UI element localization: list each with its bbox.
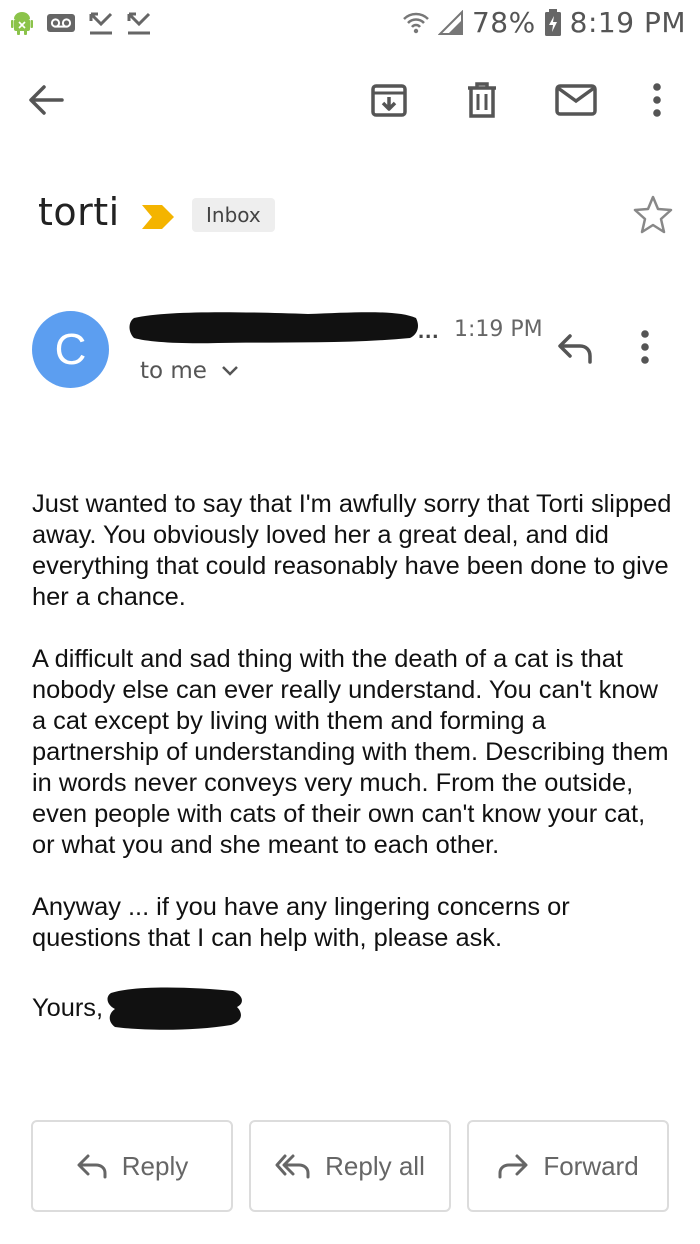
email-body: Just wanted to say that I'm awfully sorr… — [32, 489, 672, 1031]
forward-icon — [498, 1154, 528, 1179]
mail-icon — [555, 84, 597, 116]
body-paragraph-3: Anyway ... if you have any lingering con… — [32, 893, 570, 952]
android-debug-icon — [11, 12, 33, 35]
reply-button[interactable]: Reply — [31, 1120, 233, 1212]
archive-icon — [371, 84, 407, 117]
trash-icon — [468, 82, 496, 118]
star-icon[interactable] — [632, 194, 674, 234]
voicemail-icon — [47, 14, 75, 32]
reply-icon — [77, 1154, 107, 1179]
sender-avatar[interactable]: C — [32, 311, 109, 388]
archive-button[interactable] — [365, 76, 413, 124]
recipient-label: to me — [140, 358, 207, 384]
email-time: 1:19 PM — [454, 317, 543, 342]
signature: Yours, — [32, 985, 672, 1031]
mark-unread-button[interactable] — [552, 76, 600, 124]
system-status: 78% 8:19 PM — [402, 6, 686, 39]
more-vert-icon — [653, 83, 661, 117]
back-button[interactable] — [22, 76, 70, 124]
status-bar: 78% 8:19 PM — [0, 0, 700, 50]
reply-icon[interactable] — [556, 332, 594, 364]
body-paragraph-1: Just wanted to say that I'm awfully sorr… — [32, 490, 672, 611]
missed-call-icon-2 — [127, 12, 151, 35]
email-subject: torti — [38, 190, 120, 234]
chevron-down-icon — [222, 366, 238, 376]
more-options-button[interactable] — [633, 76, 681, 124]
reply-all-button[interactable]: Reply all — [249, 1120, 451, 1212]
reply-all-icon — [275, 1154, 310, 1179]
inbox-label[interactable]: Inbox — [192, 198, 275, 232]
wifi-icon — [403, 12, 429, 33]
notification-icons — [10, 10, 152, 36]
battery-percent: 78% — [471, 6, 536, 39]
email-actions: Reply Reply all Forward — [31, 1120, 669, 1212]
forward-label: Forward — [543, 1150, 639, 1181]
sender-ellipsis: ... — [418, 318, 440, 343]
message-more-icon[interactable] — [640, 330, 650, 364]
missed-call-icon — [89, 12, 113, 35]
clock: 8:19 PM — [569, 6, 686, 39]
reply-label: Reply — [121, 1150, 189, 1181]
back-arrow-icon — [29, 85, 64, 115]
reply-all-label: Reply all — [325, 1150, 425, 1181]
sender-name-redaction — [129, 312, 418, 344]
importance-marker-icon[interactable] — [140, 203, 176, 231]
forward-button[interactable]: Forward — [467, 1120, 669, 1212]
delete-button[interactable] — [458, 76, 506, 124]
signature-redaction — [107, 987, 242, 1030]
recipient-details-toggle[interactable]: to me — [140, 358, 239, 384]
battery-charging-icon — [544, 8, 561, 36]
signoff: Yours, — [32, 993, 104, 1022]
body-paragraph-2: A difficult and sad thing with the death… — [32, 645, 669, 859]
signal-icon — [437, 9, 463, 35]
email-toolbar — [0, 60, 700, 140]
